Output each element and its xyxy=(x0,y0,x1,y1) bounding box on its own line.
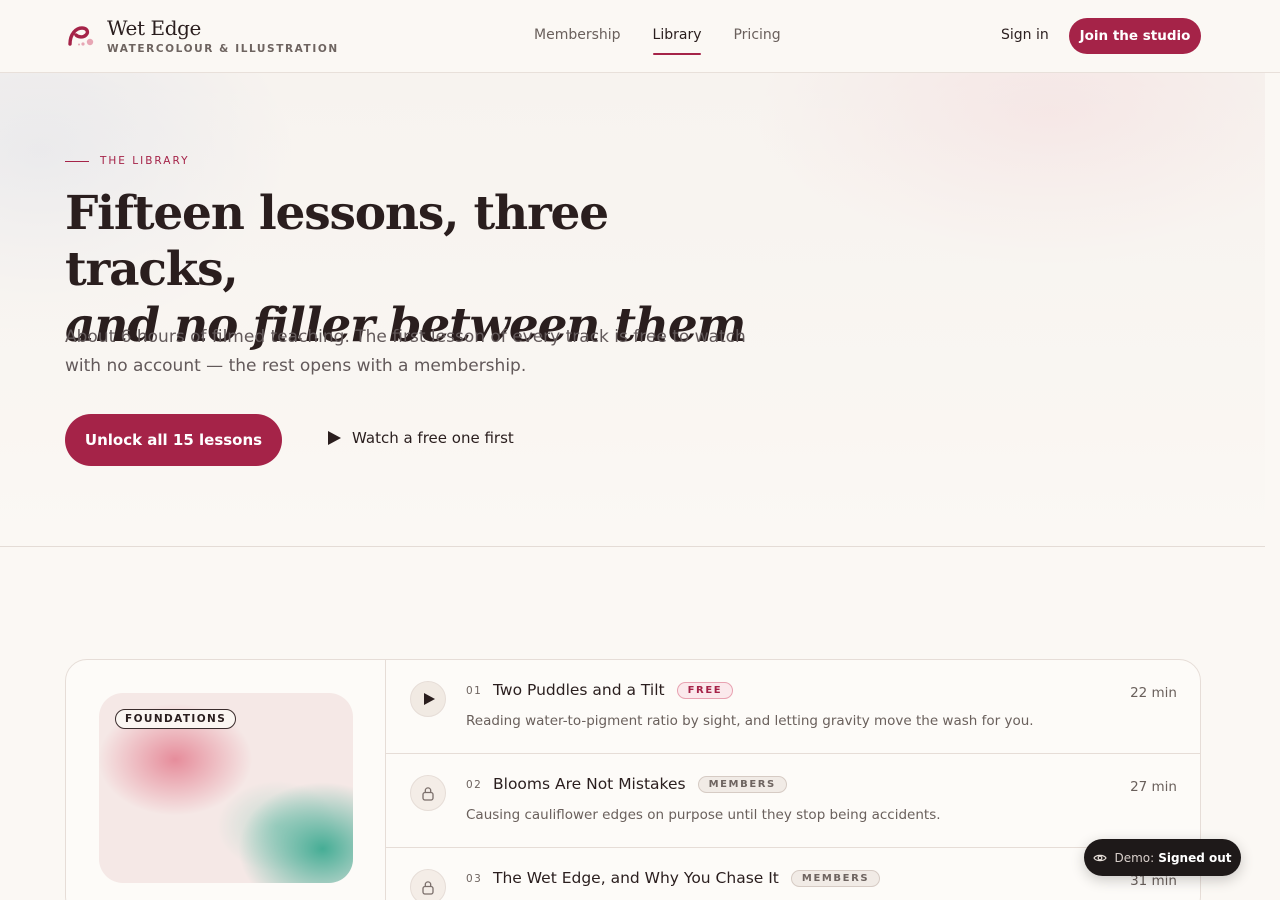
lesson-title-row: Two Puddles and a Tilt FREE xyxy=(493,681,734,699)
brand-tagline: WATERCOLOUR & ILLUSTRATION xyxy=(107,43,339,55)
nav-pricing[interactable]: Pricing xyxy=(733,27,780,55)
site-header: Wet Edge WATERCOLOUR & ILLUSTRATION Memb… xyxy=(0,0,1280,73)
lesson-title: The Wet Edge, and Why You Chase It xyxy=(493,869,779,887)
play-icon xyxy=(328,431,341,445)
nav-membership[interactable]: Membership xyxy=(534,27,621,55)
join-studio-button[interactable]: Join the studio xyxy=(1069,18,1201,54)
lock-icon xyxy=(410,775,446,811)
track-card-foundations: FOUNDATIONS 01 Two Puddles and a Tilt FR… xyxy=(65,659,1201,900)
library-hero: THE LIBRARY Fifteen lessons, three track… xyxy=(0,73,1265,547)
lesson-row[interactable]: 03 The Wet Edge, and Why You Chase It ME… xyxy=(386,848,1200,900)
title-line-1: Fifteen lessons, three tracks, xyxy=(65,186,609,297)
watch-free-label: Watch a free one first xyxy=(352,429,514,447)
demo-label: Demo: xyxy=(1114,850,1155,865)
lesson-title: Two Puddles and a Tilt xyxy=(493,681,665,699)
watch-free-lesson-link[interactable]: Watch a free one first xyxy=(328,429,514,447)
play-icon[interactable] xyxy=(410,681,446,717)
lesson-description: Causing cauliflower edges on purpose unt… xyxy=(466,807,941,823)
nav-library[interactable]: Library xyxy=(652,27,701,55)
watercolour-artwork: FOUNDATIONS xyxy=(99,693,353,883)
demo-status-toggle[interactable]: Demo: Signed out xyxy=(1084,839,1241,876)
track-tag: FOUNDATIONS xyxy=(115,709,237,729)
members-badge: MEMBERS xyxy=(790,869,881,887)
lock-icon xyxy=(410,869,446,900)
hero-eyebrow: THE LIBRARY xyxy=(65,155,190,167)
lesson-title-row: The Wet Edge, and Why You Chase It MEMBE… xyxy=(493,869,881,887)
lesson-number: 03 xyxy=(466,873,483,885)
brush-logo-icon xyxy=(68,26,94,46)
lesson-row[interactable]: 01 Two Puddles and a Tilt FREE Reading w… xyxy=(386,660,1200,754)
main-nav: Membership Library Pricing xyxy=(534,27,813,55)
eyebrow-rule xyxy=(65,160,89,162)
eyebrow-text: THE LIBRARY xyxy=(100,155,190,167)
brand-name: Wet Edge xyxy=(107,16,201,40)
lesson-duration: 22 min xyxy=(1130,685,1177,701)
lesson-title: Blooms Are Not Mistakes xyxy=(493,775,686,793)
lesson-number: 02 xyxy=(466,779,483,791)
track-cover: FOUNDATIONS xyxy=(66,660,386,900)
hero-lead: About 6 hours of filmed teaching. The fi… xyxy=(65,327,746,376)
demo-value: Signed out xyxy=(1158,850,1232,865)
brand-logo[interactable]: Wet Edge WATERCOLOUR & ILLUSTRATION xyxy=(66,17,339,55)
lesson-title-row: Blooms Are Not Mistakes MEMBERS xyxy=(493,775,787,793)
sign-in-link[interactable]: Sign in xyxy=(1001,27,1049,43)
free-badge: FREE xyxy=(676,681,734,699)
lesson-row[interactable]: 02 Blooms Are Not Mistakes MEMBERS Causi… xyxy=(386,754,1200,848)
unlock-all-lessons-button[interactable]: Unlock all 15 lessons xyxy=(65,414,282,466)
lesson-duration: 27 min xyxy=(1130,779,1177,795)
lesson-number: 01 xyxy=(466,685,483,697)
members-badge: MEMBERS xyxy=(697,775,787,793)
eye-icon xyxy=(1093,854,1108,861)
lesson-description: Reading water-to-pigment ratio by sight,… xyxy=(466,713,1034,729)
